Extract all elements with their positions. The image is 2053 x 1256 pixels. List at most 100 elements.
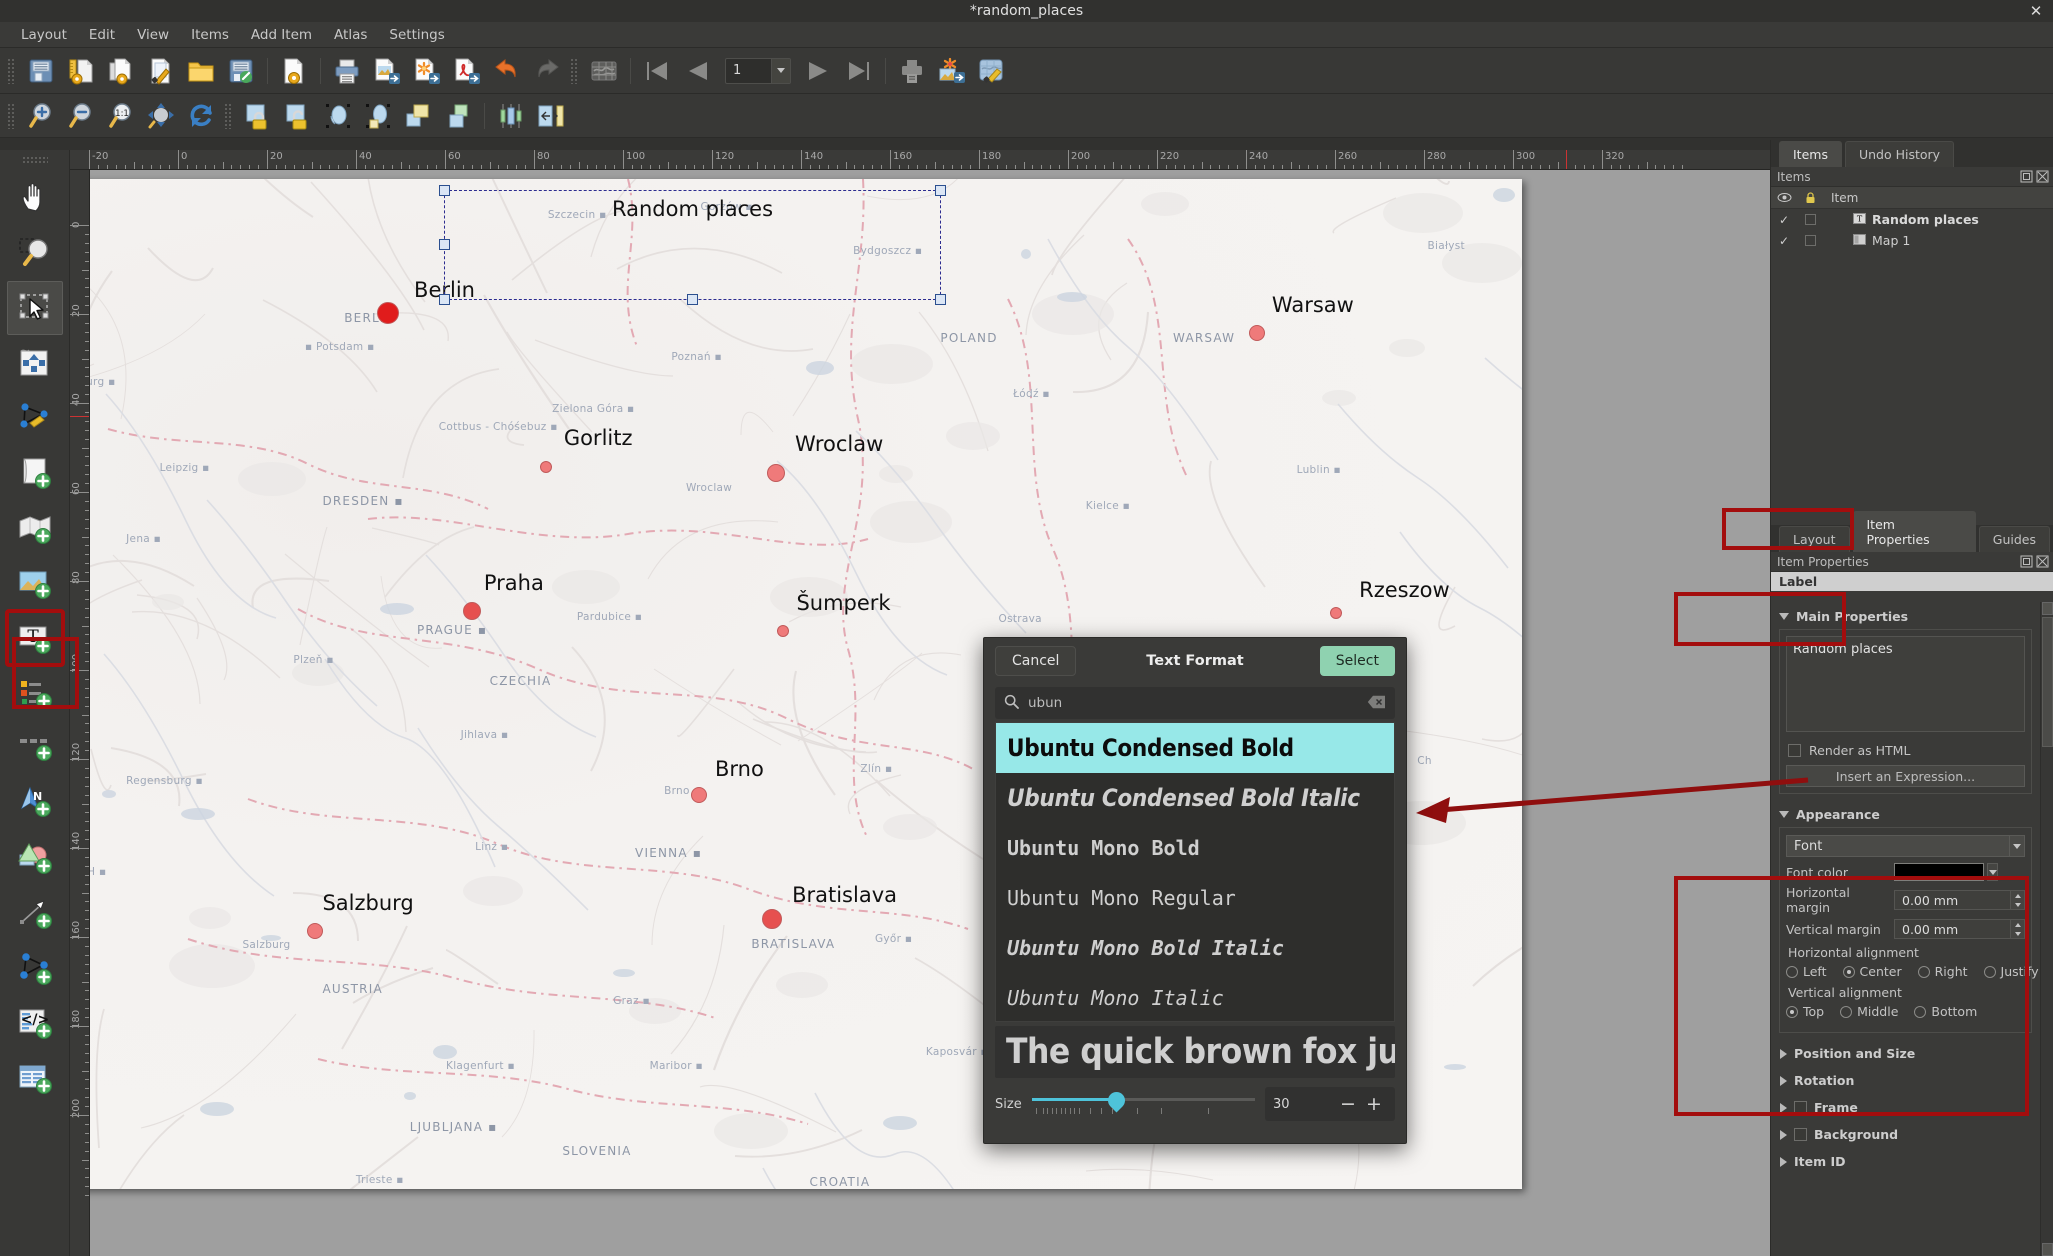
zoom-out-button[interactable] — [61, 97, 101, 135]
select-move-item-tool[interactable] — [6, 281, 63, 335]
refresh-view-button[interactable] — [181, 97, 221, 135]
radio-align-right[interactable]: Right — [1917, 964, 1968, 979]
size-value[interactable]: 30 — [1273, 1097, 1335, 1112]
scroll-down-arrow[interactable] — [2042, 1243, 2053, 1256]
toolbar-grip[interactable] — [21, 156, 48, 165]
undo-button[interactable] — [487, 52, 527, 90]
add-page-tool[interactable] — [7, 446, 63, 500]
list-item[interactable]: Ubuntu Condensed Bold — [996, 723, 1394, 773]
tab-layout[interactable]: Layout — [1779, 526, 1850, 552]
pan-layout-tool[interactable] — [7, 171, 63, 225]
resize-handle-bl[interactable] — [439, 294, 450, 305]
resize-handle-tl[interactable] — [439, 185, 450, 196]
zoom-100-button[interactable]: 1:1 — [101, 97, 141, 135]
select-button[interactable]: Select — [1319, 645, 1395, 676]
horizontal-margin-input[interactable]: 0.00 mm — [1894, 890, 2011, 910]
resize-handle-ml[interactable] — [439, 239, 450, 250]
font-search-field[interactable]: ubun — [995, 687, 1395, 719]
close-icon[interactable]: ✕ — [2027, 2, 2045, 20]
last-feature-button[interactable] — [839, 52, 879, 90]
scrollbar[interactable] — [2040, 602, 2053, 1256]
add-node-item-tool[interactable] — [7, 941, 63, 995]
float-icon[interactable] — [2020, 170, 2033, 183]
close-icon[interactable] — [2036, 170, 2049, 183]
scroll-thumb[interactable] — [2041, 617, 2053, 747]
horizontal-margin-stepper[interactable] — [2011, 890, 2025, 910]
lock-items-button[interactable] — [238, 97, 278, 135]
save-layout-button[interactable] — [21, 52, 61, 90]
export-as-svg-button[interactable] — [407, 52, 447, 90]
add-scalebar-tool[interactable] — [7, 721, 63, 775]
add-label-tool[interactable]: T — [4, 609, 65, 667]
row-lock-checkbox[interactable] — [1797, 235, 1823, 246]
radio-align-left[interactable]: Left — [1786, 964, 1827, 979]
add-html-tool[interactable]: </> — [7, 996, 63, 1050]
close-icon[interactable] — [2036, 555, 2049, 568]
lower-items-button[interactable] — [438, 97, 478, 135]
zoom-in-button[interactable] — [21, 97, 61, 135]
menu-view[interactable]: View — [126, 24, 180, 46]
new-layout-button[interactable] — [274, 52, 314, 90]
move-item-content-tool[interactable] — [7, 336, 63, 390]
menu-edit[interactable]: Edit — [78, 24, 126, 46]
list-item[interactable]: Ubuntu Condensed Bold Italic — [996, 773, 1394, 823]
font-dropdown-icon[interactable] — [2010, 835, 2025, 857]
toolbar-grip[interactable] — [7, 57, 16, 84]
list-item[interactable]: Ubuntu Mono Regular — [996, 873, 1394, 923]
raise-items-button[interactable] — [398, 97, 438, 135]
frame-checkbox[interactable] — [1794, 1101, 1807, 1114]
add-picture-tool[interactable] — [7, 556, 63, 610]
group-items-button[interactable] — [318, 97, 358, 135]
align-items-button[interactable] — [491, 97, 531, 135]
radio-valign-top[interactable]: Top — [1786, 1004, 1824, 1019]
vertical-margin-stepper[interactable] — [2011, 919, 2025, 939]
toolbar-grip[interactable] — [7, 102, 16, 129]
text-format-dialog[interactable]: Cancel Text Format Select ubun Ubuntu Co… — [983, 637, 1407, 1144]
font-color-swatch[interactable] — [1894, 863, 1984, 881]
label-text-input[interactable] — [1786, 636, 2025, 732]
clear-icon[interactable] — [1367, 694, 1386, 713]
search-input-value[interactable]: ubun — [1028, 695, 1358, 711]
print-atlas-button[interactable] — [892, 52, 932, 90]
toolbar-grip[interactable] — [570, 57, 579, 84]
scroll-up-arrow[interactable] — [2041, 602, 2053, 615]
tab-undo-history[interactable]: Undo History — [1844, 141, 1955, 167]
export-atlas-image-button[interactable] — [932, 52, 972, 90]
menu-layout[interactable]: Layout — [10, 24, 78, 46]
size-slider[interactable] — [1031, 1088, 1255, 1117]
zoom-tool[interactable] — [7, 226, 63, 280]
export-as-image-button[interactable] — [367, 52, 407, 90]
size-stepper[interactable]: 30 − + — [1265, 1087, 1395, 1121]
unlock-all-items-button[interactable] — [278, 97, 318, 135]
radio-align-center[interactable]: Center — [1842, 964, 1902, 979]
render-as-html-checkbox[interactable] — [1788, 744, 1801, 757]
export-as-pdf-button[interactable] — [447, 52, 487, 90]
distribute-items-button[interactable] — [531, 97, 571, 135]
items-tree[interactable]: Item ✓ T Random places ✓ Map 1 — [1771, 187, 2053, 517]
table-row[interactable]: ✓ Map 1 — [1771, 230, 2053, 251]
font-color-dropdown-icon[interactable] — [1987, 863, 1998, 881]
vertical-margin-input[interactable]: 0.00 mm — [1894, 919, 2011, 939]
font-button[interactable]: Font — [1786, 835, 2010, 857]
layout-canvas[interactable]: Szczecin ▪ Bydgoszcz ▪ Gorzów ▪ Białyst BERL… — [90, 170, 1770, 1256]
group-header-appearance[interactable]: Appearance — [1771, 800, 2040, 827]
background-checkbox[interactable] — [1794, 1128, 1807, 1141]
menu-items[interactable]: Items — [180, 24, 240, 46]
first-feature-button[interactable] — [637, 52, 677, 90]
radio-align-justify[interactable]: Justify — [1983, 964, 2039, 979]
duplicate-layout-button[interactable] — [101, 52, 141, 90]
toolbar-grip[interactable] — [224, 102, 233, 129]
resize-handle-bc[interactable] — [686, 294, 698, 305]
new-layout-from-template-button[interactable] — [61, 52, 101, 90]
list-item[interactable]: Ubuntu Mono Bold Italic — [996, 923, 1394, 973]
selected-label-item[interactable]: Random places — [439, 185, 946, 305]
font-list[interactable]: Ubuntu Condensed Bold Ubuntu Condensed B… — [995, 722, 1395, 1022]
add-north-arrow-tool[interactable]: N — [7, 776, 63, 830]
group-header-position-and-size[interactable]: Position and Size — [1771, 1039, 2040, 1066]
save-as-template-button[interactable] — [221, 52, 261, 90]
edit-nodes-item-tool[interactable] — [7, 391, 63, 445]
add-shape-tool[interactable] — [7, 831, 63, 885]
atlas-preview-button[interactable] — [972, 52, 1012, 90]
atlas-settings-button[interactable] — [584, 52, 624, 90]
add-map-tool[interactable] — [7, 501, 63, 555]
